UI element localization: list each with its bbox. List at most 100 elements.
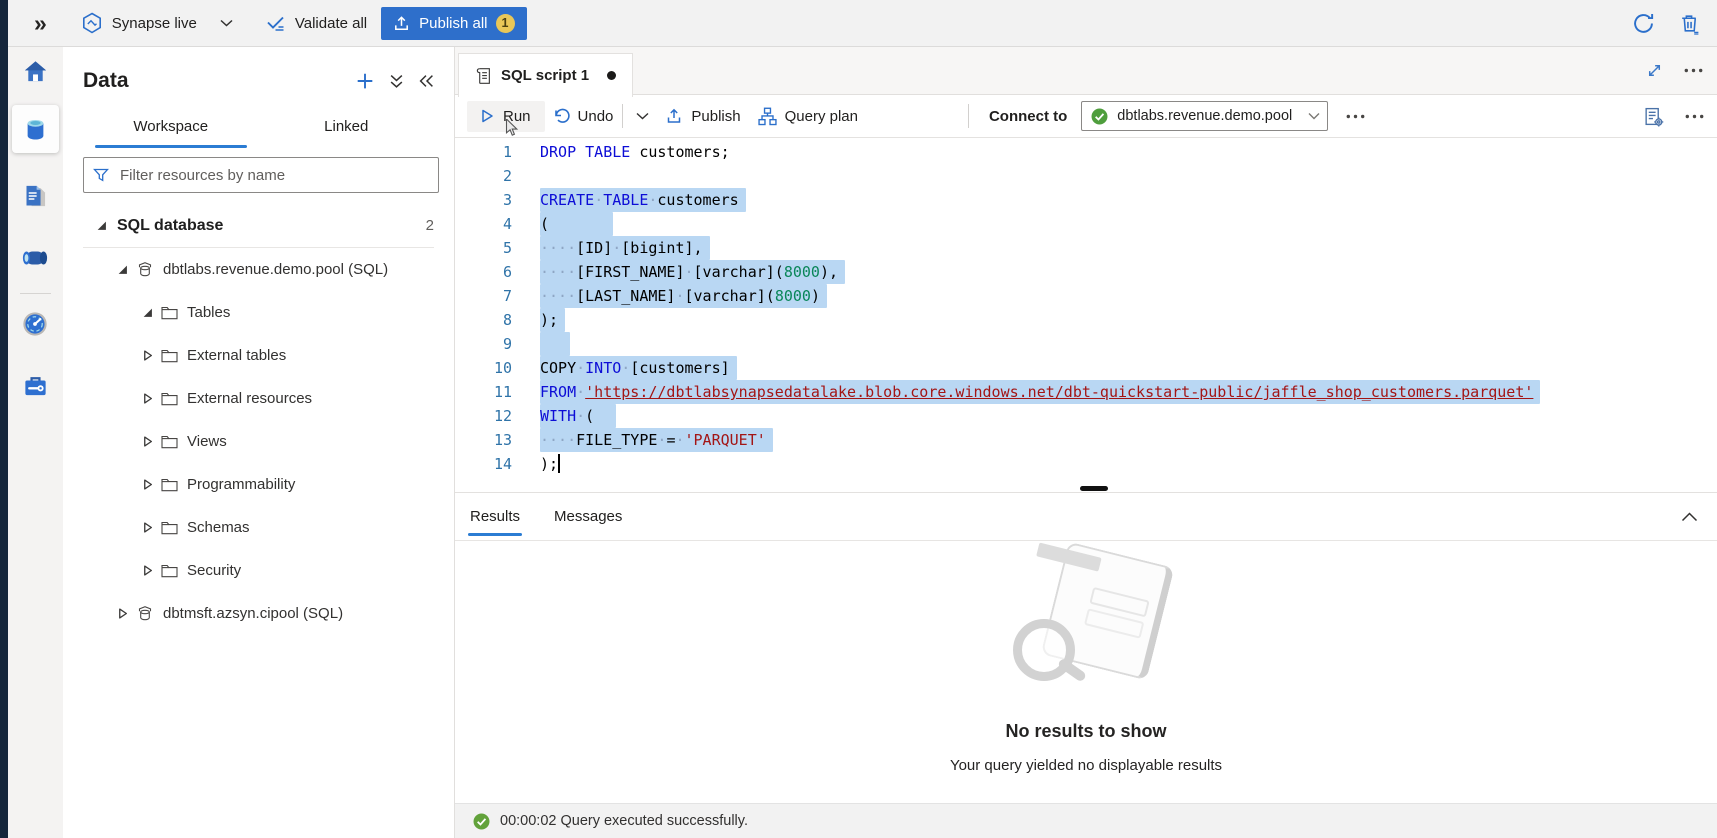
nav-monitor-button[interactable] [15,304,55,344]
sql-code-editor[interactable]: 1DROP TABLE customers;23CREATE·TABLE·cus… [455,138,1717,492]
code-line-11[interactable]: 11FROM·'https://dbtlabsynapsedatalake.bl… [455,380,1717,404]
unsaved-dot-icon [607,71,616,80]
line-number[interactable]: 8 [455,308,512,332]
collapse-panel-icon[interactable] [419,74,434,88]
tab-linked[interactable]: Linked [259,105,435,148]
line-number[interactable]: 5 [455,236,512,260]
tab-results[interactable]: Results [468,493,522,540]
toolbar-more-icon[interactable] [1346,114,1365,119]
synapse-studio-app: » Synapse live Validate all Publish all … [0,0,1717,838]
line-number[interactable]: 12 [455,404,512,428]
collapse-arrow-icon[interactable] [115,608,129,619]
synapse-live-selector[interactable]: Synapse live [81,12,233,34]
code-line-8[interactable]: 8); [455,308,1717,332]
code-line-13[interactable]: 13····FILE_TYPE·=·'PARQUET' [455,428,1717,452]
nav-develop-button[interactable] [15,176,55,216]
undo-label: Undo [578,108,614,125]
collapse-arrow-icon[interactable] [140,393,154,404]
refresh-icon[interactable] [1631,11,1656,36]
line-number[interactable]: 14 [455,452,512,476]
code-line-4[interactable]: 4( [455,212,1717,236]
tab-messages[interactable]: Messages [552,493,624,540]
code-line-9[interactable]: 9 [455,332,1717,356]
sql-pool-icon [136,261,154,279]
line-number[interactable]: 6 [455,260,512,284]
panel-splitter-handle[interactable] [1080,486,1108,491]
run-button[interactable]: Run [467,101,545,132]
expand-arrow-icon[interactable] [115,264,129,275]
filter-input[interactable] [118,166,429,185]
code-line-14[interactable]: 14); [455,452,1717,476]
nav-data-button[interactable] [12,105,59,153]
code-line-12[interactable]: 12WITH·( [455,404,1717,428]
add-resource-button[interactable] [356,72,374,90]
code-line-2[interactable]: 2 [455,164,1717,188]
chevron-down-icon [220,19,233,27]
code-line-10[interactable]: 10COPY·INTO·[customers] [455,356,1717,380]
tree-item-security[interactable]: Security [63,549,454,592]
left-nav-rail [8,47,63,838]
line-number[interactable]: 13 [455,428,512,452]
view-settings-icon[interactable] [1643,106,1664,127]
home-icon [22,58,49,85]
validate-all-button[interactable]: Validate all [265,12,367,34]
synapse-hexagon-icon [81,12,103,34]
expand-arrow-icon[interactable] [96,220,110,231]
empty-state-title: No results to show [1005,721,1166,742]
tree-item-programmability[interactable]: Programmability [63,463,454,506]
nav-integrate-button[interactable] [15,238,55,278]
tree-item-views[interactable]: Views [63,420,454,463]
tree-item-external-tables[interactable]: External tables [63,334,454,377]
run-options-chevron-icon[interactable] [632,108,653,124]
tree-item-external-resources[interactable]: External resources [63,377,454,420]
tree-item-dbtlabs-revenue-demo-pool-sql[interactable]: dbtlabs.revenue.demo.pool (SQL) [63,248,454,291]
query-plan-button[interactable]: Query plan [758,107,858,126]
line-number[interactable]: 11 [455,380,512,404]
collapse-arrow-icon[interactable] [140,479,154,490]
tab-workspace[interactable]: Workspace [83,105,259,148]
code-line-7[interactable]: 7····[LAST_NAME]·[varchar](8000) [455,284,1717,308]
collapse-arrow-icon[interactable] [140,522,154,533]
line-number[interactable]: 1 [455,140,512,164]
line-number[interactable]: 10 [455,356,512,380]
publish-button[interactable]: Publish [665,107,740,125]
tab-sql-script-1[interactable]: SQL script 1 [458,53,633,97]
nav-home-button[interactable] [15,51,55,91]
code-line-3[interactable]: 3CREATE·TABLE·customers [455,188,1717,212]
collapse-results-chevron-icon[interactable] [1681,512,1717,522]
publish-all-button[interactable]: Publish all 1 [381,7,526,40]
expand-arrow-icon[interactable] [140,307,154,318]
collapse-arrow-icon[interactable] [140,565,154,576]
code-line-1[interactable]: 1DROP TABLE customers; [455,140,1717,164]
editor-more-icon[interactable] [1685,114,1704,119]
tree-item-dbtmsft-azsyn-cipool-sql[interactable]: dbtmsft.azsyn.cipool (SQL) [63,592,454,635]
collapse-arrow-icon[interactable] [140,350,154,361]
expand-editor-icon[interactable] [1646,62,1663,79]
nav-manage-button[interactable] [15,365,55,405]
tree-root-sql-database[interactable]: SQL database 2 [83,204,434,248]
line-number[interactable]: 9 [455,332,512,356]
collapse-all-icon[interactable] [390,74,403,89]
tree-root-label: SQL database [117,217,223,235]
trash-icon[interactable] [1678,12,1701,35]
toolbar-separator [968,104,969,128]
line-number[interactable]: 7 [455,284,512,308]
play-icon [483,111,492,122]
tab-more-icon[interactable] [1684,68,1703,73]
line-number[interactable]: 3 [455,188,512,212]
line-number[interactable]: 2 [455,164,512,188]
line-number[interactable]: 4 [455,212,512,236]
tree-item-tables[interactable]: Tables [63,291,454,334]
expand-nav-icon[interactable]: » [34,12,47,35]
code-line-6[interactable]: 6····[FIRST_NAME]·[varchar](8000), [455,260,1717,284]
upload-icon [665,107,683,125]
tree-item-schemas[interactable]: Schemas [63,506,454,549]
connection-dropdown[interactable]: dbtlabs.revenue.demo.pool [1081,101,1328,131]
folder-icon [161,564,178,578]
collapse-arrow-icon[interactable] [140,436,154,447]
publish-label: Publish [691,108,740,125]
undo-button[interactable]: Undo [552,107,614,125]
code-line-5[interactable]: 5····[ID]·[bigint], [455,236,1717,260]
folder-icon [161,435,178,449]
tabstrip-right-actions [1646,47,1717,94]
